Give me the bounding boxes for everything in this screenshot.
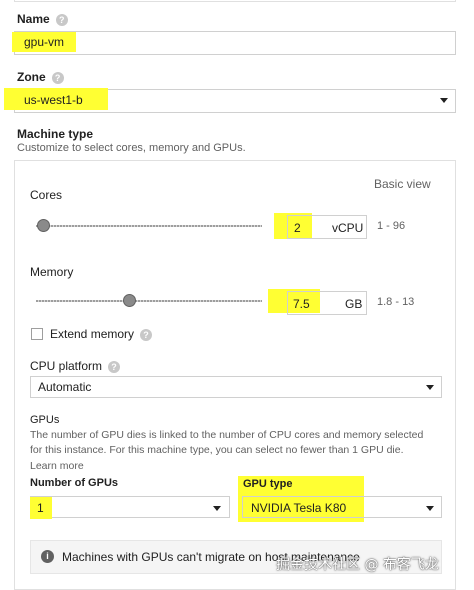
name-label: Name? (17, 12, 68, 26)
extend-memory-checkbox[interactable] (31, 328, 43, 340)
extend-memory-label: Extend memory? (50, 327, 153, 341)
name-help-icon[interactable]: ? (55, 13, 68, 26)
zone-value[interactable]: us-west1-b (24, 93, 83, 107)
cores-slider-track[interactable] (36, 225, 262, 227)
gpus-description-line1: The number of GPU dies is linked to the … (30, 429, 424, 441)
extend-memory-help-icon[interactable]: ? (140, 328, 153, 341)
number-of-gpus-chevron-down-icon[interactable] (213, 506, 221, 511)
zone-label: Zone? (17, 70, 64, 84)
info-icon: i (41, 550, 54, 563)
basic-view-link[interactable]: Basic view (374, 177, 431, 191)
previous-field-edge (14, 0, 456, 2)
memory-slider-handle[interactable] (122, 294, 136, 307)
gpus-label: GPUs (30, 414, 60, 426)
gpu-type-chevron-down-icon[interactable] (426, 506, 434, 511)
cpu-platform-label: CPU platform? (30, 359, 121, 373)
gpu-type-value[interactable]: NVIDIA Tesla K80 (251, 501, 346, 515)
number-of-gpus-label: Number of GPUs (30, 477, 119, 489)
gpu-type-label: GPU type (243, 478, 293, 490)
cpu-platform-value[interactable]: Automatic (38, 380, 91, 394)
name-input[interactable] (14, 31, 456, 55)
cores-label: Cores (30, 188, 63, 202)
memory-slider-track[interactable] (36, 300, 262, 302)
cores-slider-handle[interactable] (36, 219, 50, 232)
cpu-platform-help-icon[interactable]: ? (108, 360, 121, 373)
memory-range: 1.8 - 13 (377, 296, 415, 308)
zone-chevron-down-icon[interactable] (440, 98, 448, 103)
cores-range: 1 - 96 (377, 220, 406, 232)
zone-help-icon[interactable]: ? (51, 71, 64, 84)
machine-type-label: Machine type (17, 127, 94, 141)
learn-more-link[interactable]: Learn more (30, 460, 84, 472)
memory-value[interactable]: 7.5 (293, 297, 310, 311)
cores-value[interactable]: 2 (294, 221, 301, 235)
number-of-gpus-value[interactable]: 1 (37, 501, 44, 515)
memory-unit: GB (345, 297, 363, 311)
cpu-platform-select[interactable] (30, 376, 442, 398)
gpus-description-line2: for this instance. For this machine type… (30, 444, 404, 456)
name-value[interactable]: gpu-vm (24, 35, 64, 49)
cpu-platform-chevron-down-icon[interactable] (426, 385, 434, 390)
memory-label: Memory (30, 265, 74, 279)
cores-unit: vCPU (332, 221, 364, 235)
watermark: 掘金技术社区 @ 布客飞龙 (276, 557, 439, 573)
number-of-gpus-select[interactable] (30, 496, 230, 518)
machine-type-description: Customize to select cores, memory and GP… (17, 142, 246, 154)
